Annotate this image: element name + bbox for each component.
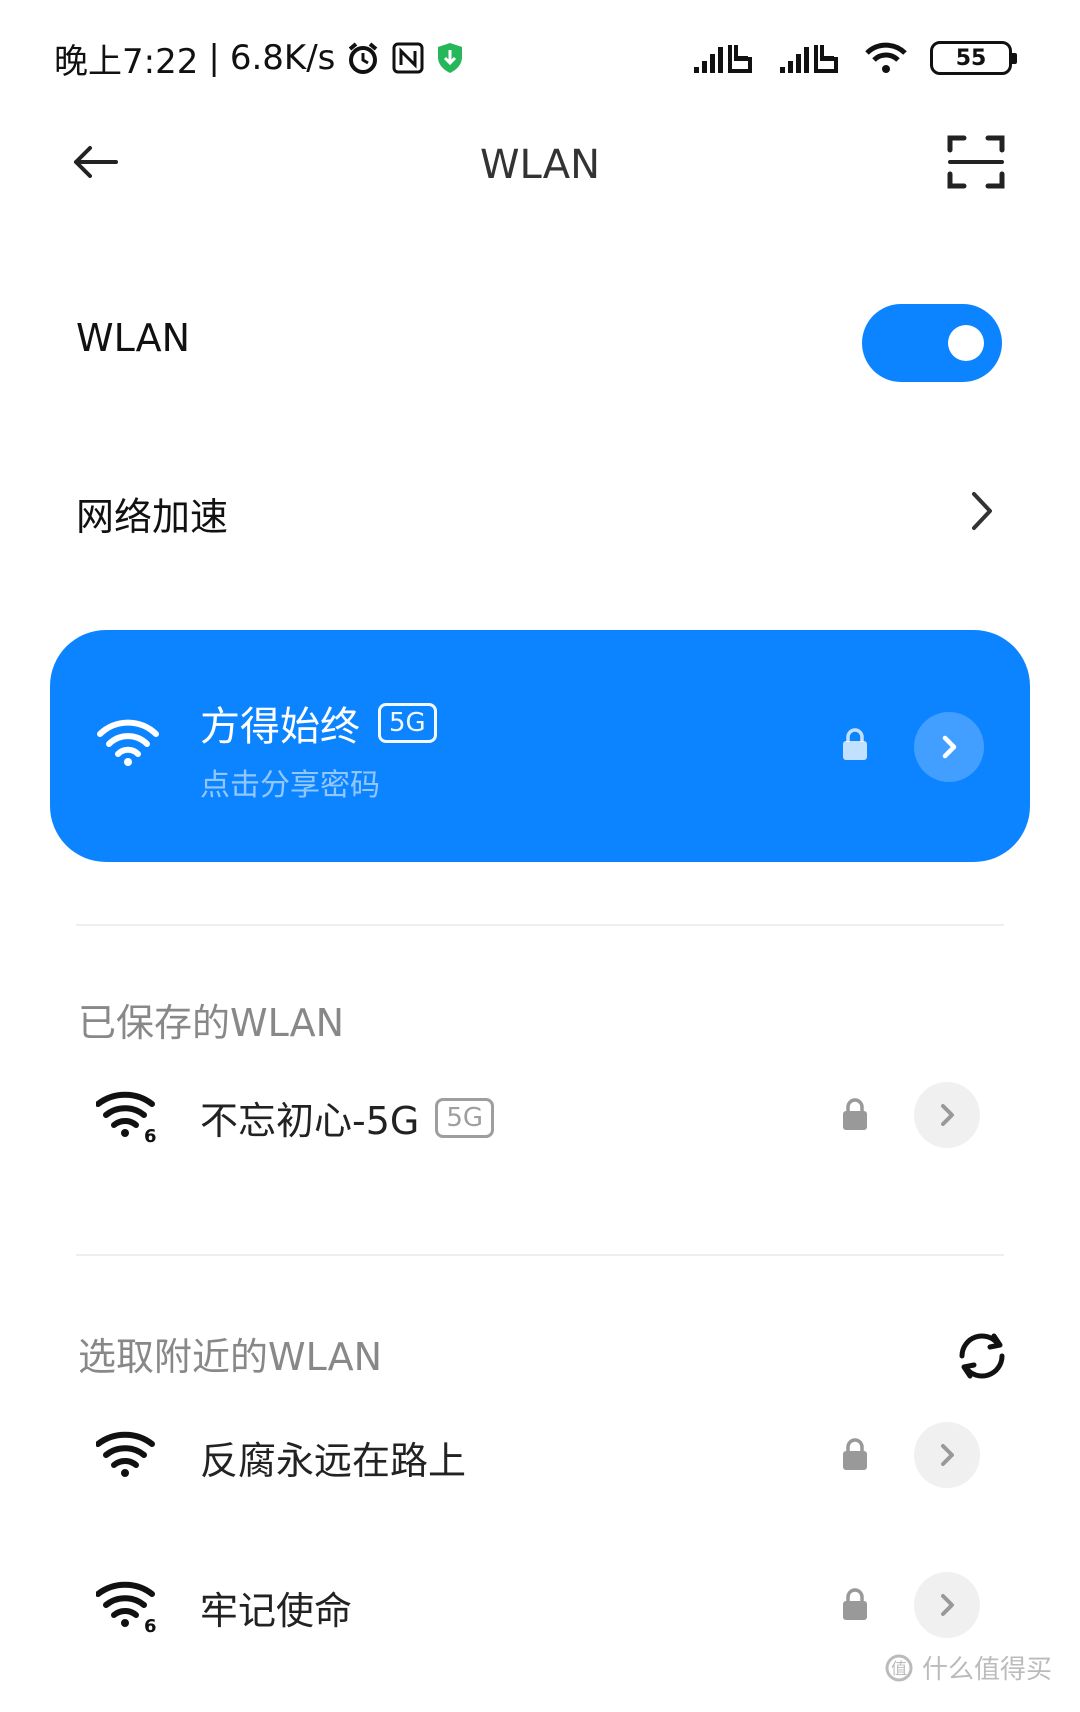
nearby-network-name-row: 牢记使命 (200, 1580, 352, 1635)
wifi-signal-icon (96, 1431, 155, 1477)
wlan-toggle-label: WLAN (76, 316, 191, 360)
nearby-network-name-row: 反腐永远在路上 (200, 1430, 466, 1485)
network-details-button[interactable] (914, 1422, 980, 1488)
network-name: 不忘初心-5G (200, 1099, 420, 1143)
lock-icon (843, 728, 867, 760)
chevron-right-icon (942, 735, 957, 759)
nearby-network-row[interactable]: 反腐永远在路上 (0, 1394, 1080, 1514)
nfc-icon (392, 42, 424, 74)
chevron-right-icon (941, 1444, 954, 1466)
status-bar-right: 55 (692, 30, 1017, 86)
share-password-hint: 点击分享密码 (200, 768, 380, 803)
saved-network-name-row: 不忘初心-5G 5G (200, 1090, 495, 1145)
lock-icon (843, 1588, 867, 1620)
network-acceleration-label: 网络加速 (76, 495, 229, 539)
wifi-signal-icon (97, 719, 159, 766)
wlan-toggle-switch[interactable] (862, 304, 1002, 382)
wifi-status-icon (865, 42, 907, 73)
network-acceleration-row[interactable]: 网络加速 (0, 456, 1080, 566)
band-5g-badge: 5G (435, 1097, 495, 1138)
page-title: WLAN (479, 142, 601, 188)
cellular-signal-icon (694, 45, 752, 73)
network-details-button[interactable] (914, 1572, 980, 1638)
divider (76, 924, 1004, 926)
divider (76, 1254, 1004, 1256)
nearby-networks-header: 选取附近的WLAN (78, 1335, 383, 1379)
chevron-right-icon (941, 1594, 954, 1616)
security-shield-icon (438, 43, 463, 73)
alarm-icon (349, 42, 378, 74)
network-name: 牢记使命 (200, 1589, 353, 1633)
lock-icon (843, 1098, 867, 1130)
connected-network-card[interactable]: 方得始终 5G 点击分享密码 (50, 630, 1030, 862)
watermark-logo-icon: 值 (885, 1654, 913, 1681)
watermark: 值 什么值得买 (884, 1649, 1052, 1686)
lock-icon (843, 1438, 867, 1470)
battery-level: 55 (955, 45, 987, 71)
nearby-network-row[interactable]: 6 牢记使命 (0, 1544, 1080, 1664)
scan-icon (947, 135, 1005, 189)
connected-network-name: 方得始终 (200, 704, 360, 750)
network-name: 反腐永远在路上 (200, 1439, 467, 1483)
wifi-standard-label: 6 (144, 1126, 157, 1144)
status-network-speed: 6.8K/s (229, 38, 336, 78)
refresh-icon (959, 1333, 1005, 1379)
saved-network-row[interactable]: 6 不忘初心-5G 5G (0, 1054, 1080, 1174)
chevron-right-icon (941, 1104, 954, 1126)
network-details-button[interactable] (914, 712, 984, 782)
status-time: 晚上7:22 (54, 41, 199, 82)
refresh-button[interactable] (952, 1326, 1012, 1386)
status-separator: | (208, 38, 220, 78)
band-5g-badge: 5G (378, 703, 437, 743)
cellular-signal-2-icon (780, 45, 838, 73)
wifi6-signal-icon: 6 (96, 1581, 157, 1634)
network-details-button[interactable] (914, 1082, 980, 1148)
connected-network-name-row: 方得始终 5G (200, 694, 437, 752)
saved-networks-header: 已保存的WLAN (78, 1001, 345, 1045)
toggle-knob (948, 325, 984, 361)
status-bar-left: 晚上7:22 | 6.8K/s (54, 30, 465, 86)
chevron-right-icon (972, 492, 992, 530)
wifi-standard-label: 6 (144, 1616, 157, 1634)
watermark-text: 什么值得买 (921, 1655, 1052, 1685)
svg-text:值: 值 (891, 1659, 907, 1678)
battery-indicator: 55 (930, 41, 1017, 75)
wifi6-signal-icon: 6 (96, 1091, 157, 1144)
scan-qr-button[interactable] (946, 132, 1006, 192)
